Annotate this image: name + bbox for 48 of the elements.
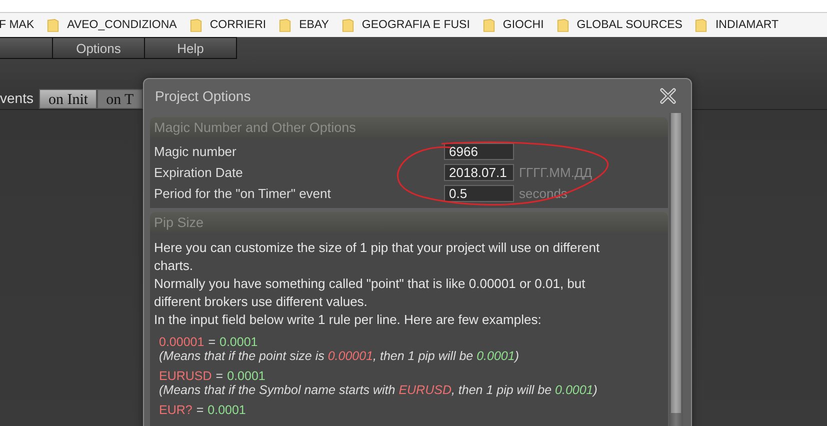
field-label: Expiration Date <box>153 165 244 180</box>
description-text: In the input field below write 1 rule per line. Here are few examples: <box>154 311 542 329</box>
tab[interactable]: on T <box>97 89 143 109</box>
rule-key: 0.00001 <box>159 335 204 349</box>
bookmark-link[interactable]: GIOCHI <box>502 19 544 31</box>
menu-button[interactable] <box>0 37 53 59</box>
bookmark-link[interactable]: AVEO_CONDIZIONA <box>67 19 177 31</box>
rule-key: EURUSD <box>159 369 212 383</box>
folder-icon <box>342 18 354 32</box>
bookmark-link[interactable]: EBAY <box>299 19 329 31</box>
description-text: Here you can customize the size of 1 pip that your project will use on different charts. <box>154 239 601 275</box>
equals-sign: = <box>216 369 224 383</box>
folder-icon <box>47 18 60 32</box>
field-label: Period for the "on Timer" event <box>153 186 332 201</box>
bookmark-link[interactable]: INDIAMART <box>715 19 779 31</box>
menu-item[interactable]: Help <box>145 37 237 59</box>
rule-value: 0.0001 <box>220 335 258 349</box>
input-field[interactable]: 2018.07.1 <box>444 164 514 181</box>
field-hint: seconds <box>519 186 568 201</box>
folder-icon <box>695 18 708 32</box>
tab[interactable]: on Init <box>39 89 98 109</box>
folder-icon <box>190 18 202 32</box>
input-field[interactable]: 6966 <box>444 143 514 160</box>
bookmark-link[interactable]: GLOBAL SOURCES <box>576 19 682 31</box>
rule-explanation: (Means that if the Symbol name starts with EURUSD, then 1 pip will be 0.0001) <box>159 383 598 397</box>
equals-sign: = <box>196 403 204 417</box>
events-label: vents <box>0 90 34 106</box>
folder-icon <box>556 18 569 32</box>
field-label: Magic number <box>153 144 238 159</box>
folder-icon <box>279 18 292 32</box>
rule-value: 0.0001 <box>208 403 246 417</box>
bookmark-link[interactable]: CORRIERI <box>210 19 266 31</box>
description-text: Normally you have something called "point" that is like 0.00001 or 0.01, but different brokers use different values. <box>154 275 586 311</box>
section-header: Pip Size <box>150 212 668 233</box>
dialog-title: Project Options <box>155 88 251 104</box>
folder-icon <box>482 18 495 32</box>
rule-value: 0.0001 <box>227 369 266 383</box>
rule-explanation: (Means that if the point size is 0.00001, then 1 pip will be 0.0001) <box>159 349 520 363</box>
field-hint: ГГГГ.ММ.ДД <box>519 165 592 180</box>
section-header: Magic Number and Other Options <box>150 117 668 138</box>
bookmark-link[interactable]: F MAK <box>0 19 34 31</box>
input-field[interactable]: 0.5 <box>444 185 514 202</box>
rule-key: EUR? <box>159 403 192 417</box>
bookmark-link[interactable]: GEOGRAFIA E FUSI <box>362 19 470 31</box>
close-icon[interactable] <box>659 87 677 105</box>
menu-item[interactable]: Options <box>53 37 145 59</box>
equals-sign: = <box>208 335 216 349</box>
scrollbar-thumb[interactable] <box>671 113 681 413</box>
